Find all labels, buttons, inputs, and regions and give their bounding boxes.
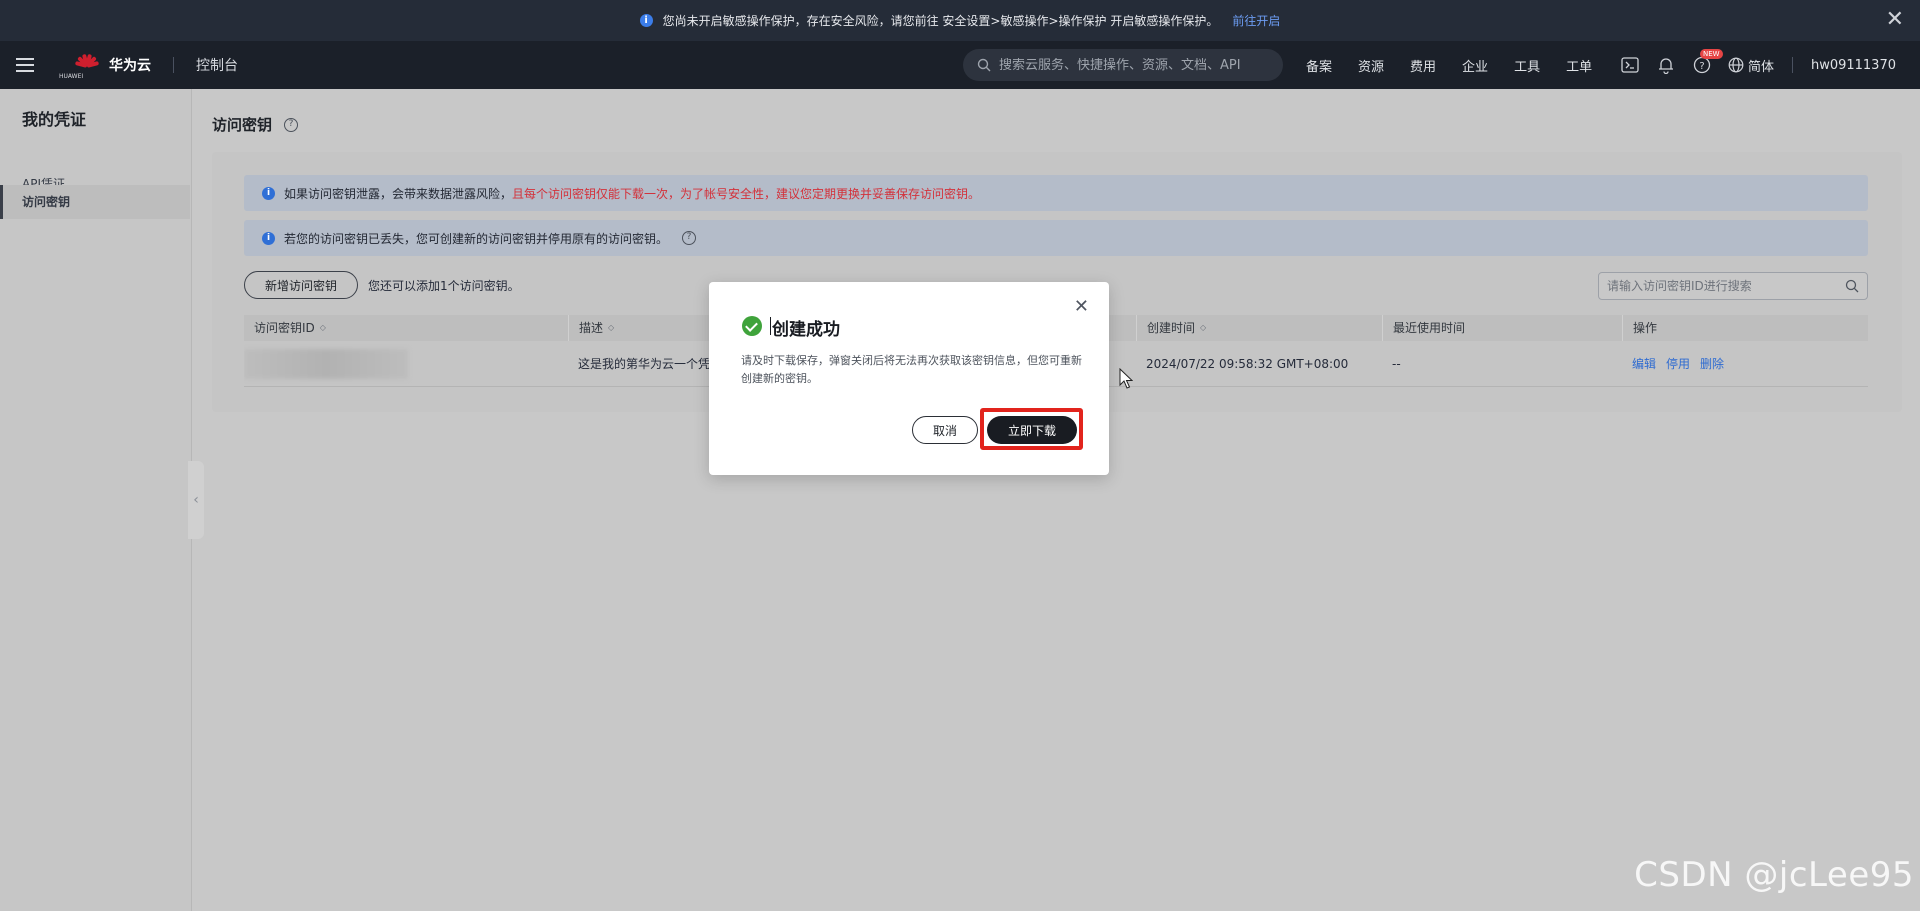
cell-key-id <box>244 341 564 387</box>
new-badge: NEW <box>1700 49 1723 59</box>
column-header-description[interactable]: 描述 ◇ <box>568 315 614 341</box>
column-header-created[interactable]: 创建时间 ◇ <box>1136 315 1206 341</box>
huawei-cloud-logo[interactable]: 华为云 <box>74 52 151 78</box>
page-title: 访问密钥 ? <box>212 114 299 135</box>
username: hw09111370 <box>1810 57 1896 73</box>
header-divider <box>173 57 174 73</box>
watermark: CSDN @jcLee95 <box>1634 855 1914 895</box>
console-link[interactable]: 控制台 <box>196 55 238 75</box>
quota-text: 您还可以添加1个访问密钥。 <box>368 279 520 293</box>
alert-warning-text: 且每个访问密钥仅能下载一次，为了帐号安全性，建议您定期更换并妥善保存访问密钥。 <box>512 186 981 201</box>
collapse-sidebar-handle[interactable]: ‹ <box>188 461 204 539</box>
header-icons: ? NEW 简体 <box>1620 41 1774 89</box>
alert-text: 如果访问密钥泄露，会带来数据泄露风险， <box>284 186 513 201</box>
nav-enterprise[interactable]: 企业 <box>1462 56 1488 75</box>
global-search[interactable] <box>963 49 1283 81</box>
alert-text: 若您的访问密钥已丢失，您可创建新的访问密钥并停用原有的访问密钥。 <box>284 231 669 246</box>
brand-sub: HUAWEI <box>59 73 84 80</box>
leak-warning-alert: i 如果访问密钥泄露，会带来数据泄露风险， 且每个访问密钥仅能下载一次，为了帐号… <box>244 175 1868 211</box>
help-circle-icon[interactable]: ? <box>682 231 697 245</box>
close-icon[interactable]: ✕ <box>1074 298 1089 316</box>
nav-resources[interactable]: 资源 <box>1358 56 1384 75</box>
dialog-title: 创建成功 <box>770 315 840 340</box>
bell-icon[interactable] <box>1656 55 1676 75</box>
mouse-cursor-icon <box>1119 368 1133 389</box>
sort-icon[interactable]: ◇ <box>320 315 326 341</box>
brand-name: 华为云 <box>109 58 151 74</box>
nav-billing[interactable]: 费用 <box>1410 56 1436 75</box>
language-switch[interactable]: 简体 <box>1728 56 1774 75</box>
cell-actions: 编辑 停用 删除 <box>1622 341 1868 387</box>
column-header-last-used: 最近使用时间 <box>1382 315 1465 341</box>
sort-icon[interactable]: ◇ <box>1200 315 1206 341</box>
success-check-icon <box>742 316 762 336</box>
delete-link[interactable]: 删除 <box>1700 357 1724 371</box>
sort-icon[interactable]: ◇ <box>608 315 614 341</box>
enable-protection-link[interactable]: 前往开启 <box>1232 12 1280 29</box>
nav-beian[interactable]: 备案 <box>1306 56 1332 75</box>
nav-tickets[interactable]: 工单 <box>1566 56 1592 75</box>
key-search-input[interactable] <box>1607 279 1845 293</box>
user-account[interactable]: hw09111370 <box>1792 41 1896 89</box>
chevron-left-icon: ‹ <box>193 492 199 508</box>
redacted-key-id <box>244 349 408 379</box>
cell-created-time: 2024/07/22 09:58:32 GMT+08:00 <box>1146 357 1349 371</box>
dialog-message: 请及时下载保存，弹窗关闭后将无法再次获取该密钥信息，但您可重新创建新的密钥。 <box>741 354 1082 385</box>
lost-key-alert: i 若您的访问密钥已丢失，您可创建新的访问密钥并停用原有的访问密钥。 ? <box>244 220 1868 256</box>
top-header: 华为云 HUAWEI 控制台 备案 资源 费用 企业 工具 工单 ? NEW 简… <box>0 41 1920 89</box>
add-access-key-button[interactable]: 新增访问密钥 <box>244 271 358 299</box>
search-icon[interactable] <box>1845 279 1859 293</box>
svg-text:?: ? <box>1699 61 1704 72</box>
search-icon <box>977 58 991 72</box>
terminal-icon[interactable] <box>1620 55 1640 75</box>
nav-tools[interactable]: 工具 <box>1514 56 1540 75</box>
page-title-text: 访问密钥 <box>212 116 273 134</box>
cancel-button[interactable]: 取消 <box>912 416 978 444</box>
globe-icon <box>1728 57 1744 73</box>
column-header-id[interactable]: 访问密钥ID ◇ <box>244 315 326 341</box>
disable-link[interactable]: 停用 <box>1666 357 1690 371</box>
download-button-highlight <box>980 408 1083 450</box>
edit-link[interactable]: 编辑 <box>1632 357 1656 371</box>
sidebar: 我的凭证 API凭证 访问密钥 <box>0 89 192 911</box>
language-label: 简体 <box>1748 59 1775 75</box>
help-icon[interactable]: ? NEW <box>1692 49 1723 75</box>
info-icon: i <box>262 186 275 200</box>
info-icon: i <box>262 231 275 245</box>
column-header-actions: 操作 <box>1622 315 1657 341</box>
help-circle-icon[interactable]: ? <box>284 117 299 132</box>
notice-text: 您尚未开启敏感操作保护，存在安全风险，请您前往 安全设置>敏感操作>操作保护 开… <box>662 14 1219 28</box>
cell-last-used: -- <box>1392 357 1401 371</box>
security-notice-bar: i 您尚未开启敏感操作保护，存在安全风险，请您前往 安全设置>敏感操作>操作保护… <box>0 0 1920 41</box>
global-search-input[interactable] <box>999 57 1279 73</box>
menu-icon[interactable] <box>16 58 34 72</box>
sidebar-item-access-keys[interactable]: 访问密钥 <box>0 185 190 219</box>
key-search-box[interactable] <box>1598 272 1868 300</box>
info-icon: i <box>639 14 653 27</box>
close-icon[interactable]: ✕ <box>1886 9 1904 31</box>
header-nav: 备案 资源 费用 企业 工具 工单 <box>1306 41 1618 89</box>
sidebar-title: 我的凭证 <box>22 110 87 129</box>
